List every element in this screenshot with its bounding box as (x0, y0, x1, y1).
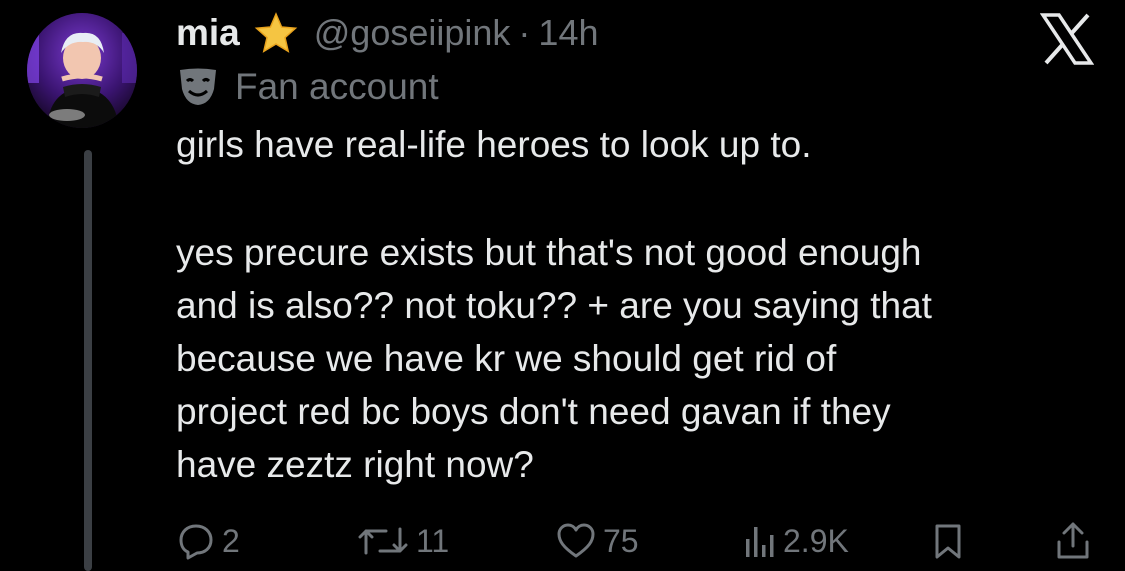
repost-button[interactable]: 11 (356, 515, 449, 567)
reply-count: 2 (222, 522, 240, 559)
post-text-line: have zeztz right now? (176, 444, 534, 485)
like-count: 75 (603, 522, 639, 559)
views-button[interactable]: 2.9K (743, 515, 849, 567)
post-text-line: project red bc boys don't need gavan if … (176, 391, 891, 432)
theater-mask-icon (180, 68, 216, 105)
share-icon (1057, 522, 1089, 559)
bookmark-icon (935, 524, 961, 559)
label-text: Fan account (235, 66, 439, 107)
avatar-image (27, 13, 137, 128)
timestamp[interactable]: 14h (538, 12, 598, 54)
views-count: 2.9K (783, 522, 849, 559)
account-label: Fan account (176, 62, 439, 112)
thread-line (84, 150, 92, 571)
avatar[interactable] (27, 13, 137, 128)
share-button[interactable] (1054, 515, 1092, 567)
post-header: mia @goseiipink · 14h (176, 8, 599, 58)
x-logo-icon (1040, 13, 1094, 65)
post-text-line: yes precure exists but that's not good e… (176, 232, 922, 273)
star-icon (254, 12, 298, 53)
reply-button[interactable]: 2 (176, 515, 240, 567)
post-text-line: girls have real-life heroes to look up t… (176, 124, 812, 165)
separator-dot: · (518, 12, 531, 53)
bookmark-button[interactable] (930, 515, 966, 567)
like-button[interactable]: 75 (555, 515, 639, 567)
author-handle[interactable]: @goseiipink (314, 12, 511, 54)
repost-count: 11 (416, 522, 450, 559)
post-text-line: because we have kr we should get rid of (176, 338, 837, 379)
views-icon (746, 527, 774, 557)
author-name[interactable]: mia (176, 12, 240, 54)
repost-icon (358, 527, 408, 555)
reply-icon (179, 524, 213, 560)
post-text-line: and is also?? not toku?? + are you sayin… (176, 285, 932, 326)
action-bar: 2 11 75 2.9K (0, 515, 1125, 567)
heart-icon (557, 523, 595, 558)
